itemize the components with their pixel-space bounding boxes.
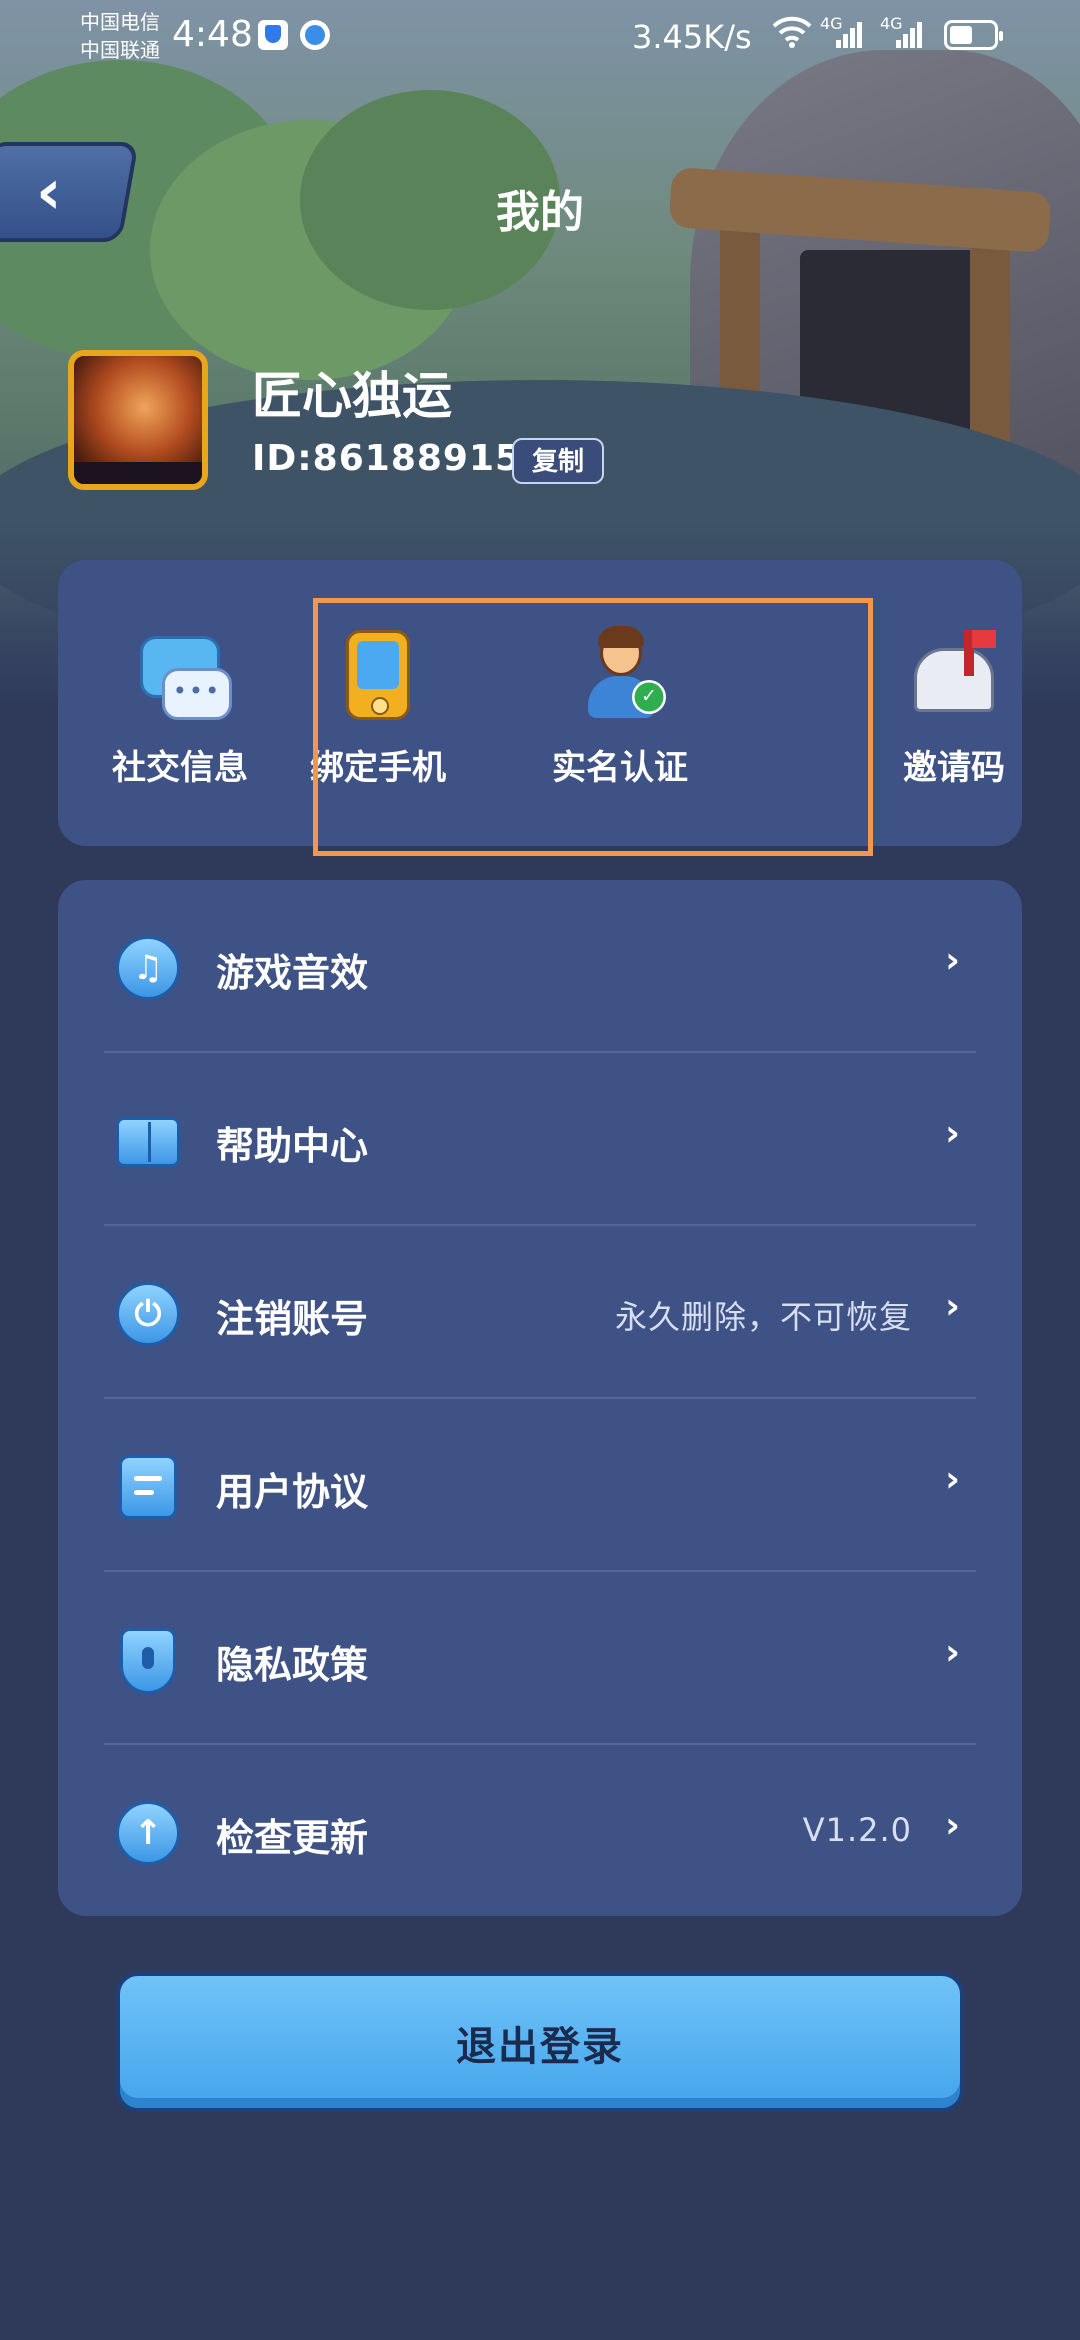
logout-button[interactable]: 退出登录 — [116, 1972, 964, 2112]
shield-icon — [120, 1628, 176, 1694]
settings-item-label: 隐私政策 — [216, 1643, 369, 1687]
quick-action-label: 实名认证 — [552, 748, 688, 788]
settings-item-check-update[interactable]: ↑ 检查更新 V1.2.0 › — [58, 1745, 1022, 1918]
username: 匠心独运 — [252, 367, 452, 425]
quick-action-invite-code[interactable]: 邀请码 — [854, 560, 1022, 846]
avatar[interactable] — [68, 350, 208, 490]
settings-item-label: 游戏音效 — [216, 951, 369, 995]
settings-item-sound[interactable]: ♫ 游戏音效 › — [58, 880, 1022, 1053]
quick-action-label: 绑定手机 — [310, 748, 446, 788]
page-title: 我的 — [496, 187, 584, 238]
quick-action-social-info[interactable]: 社交信息 — [80, 560, 280, 846]
settings-list: ♫ 游戏音效 › 帮助中心 › ⏻ 注销账号 永久删除，不可恢复 › 用户协议 … — [58, 880, 1022, 1916]
chevron-right-icon: › — [945, 1113, 960, 1154]
chevron-right-icon: › — [945, 1805, 960, 1846]
chevron-right-icon: › — [945, 1286, 960, 1327]
settings-item-extra: V1.2.0 — [802, 1811, 912, 1849]
settings-item-extra: 永久删除，不可恢复 — [614, 1298, 912, 1336]
signal-bars-2-icon — [896, 22, 924, 48]
user-id: ID:86188915 — [252, 438, 522, 479]
chevron-right-icon: › — [945, 1632, 960, 1673]
settings-item-help[interactable]: 帮助中心 › — [58, 1053, 1022, 1226]
chat-bubbles-icon — [132, 626, 232, 722]
battery-icon — [944, 20, 1003, 50]
book-icon — [116, 1117, 180, 1167]
security-app-icon — [258, 20, 288, 50]
quick-action-label: 社交信息 — [112, 748, 248, 788]
chevron-right-icon: › — [945, 940, 960, 981]
mailbox-icon — [906, 626, 1002, 722]
carrier-1: 中国电信 — [80, 10, 160, 34]
settings-item-label: 帮助中心 — [216, 1124, 369, 1168]
document-icon — [119, 1455, 177, 1519]
settings-item-user-agreement[interactable]: 用户协议 › — [58, 1399, 1022, 1572]
status-bar: 中国电信 中国联通 4:48 3.45K/s 4G 4G — [0, 0, 1080, 70]
settings-item-label: 用户协议 — [216, 1470, 369, 1514]
quick-action-label: 邀请码 — [903, 748, 1005, 788]
verified-user-icon — [572, 626, 668, 722]
browser-app-icon — [300, 20, 330, 50]
wifi-icon — [772, 14, 812, 57]
settings-item-label: 检查更新 — [216, 1816, 369, 1860]
settings-item-label: 注销账号 — [216, 1297, 369, 1341]
quick-action-real-name[interactable]: 实名认证 — [520, 560, 720, 846]
chevron-right-icon: › — [945, 1459, 960, 1500]
music-note-icon: ♫ — [116, 936, 180, 1000]
network-speed: 3.45K/s — [632, 18, 752, 56]
logout-label: 退出登录 — [456, 2024, 624, 2070]
settings-item-delete-account[interactable]: ⏻ 注销账号 永久删除，不可恢复 › — [58, 1226, 1022, 1399]
settings-item-privacy-policy[interactable]: 隐私政策 › — [58, 1572, 1022, 1745]
signal-bars-1-icon — [836, 22, 864, 48]
power-icon: ⏻ — [116, 1282, 180, 1346]
carrier-names: 中国电信 中国联通 — [80, 8, 160, 64]
quick-action-bind-phone[interactable]: 绑定手机 — [278, 560, 478, 846]
phone-icon — [330, 626, 426, 722]
quick-actions-panel: 社交信息 绑定手机 实名认证 邀请码 — [58, 560, 1022, 846]
carrier-2: 中国联通 — [80, 38, 160, 62]
copy-id-button[interactable]: 复制 — [512, 438, 604, 484]
arrow-up-icon: ↑ — [116, 1801, 180, 1865]
clock: 4:48 — [172, 14, 253, 55]
